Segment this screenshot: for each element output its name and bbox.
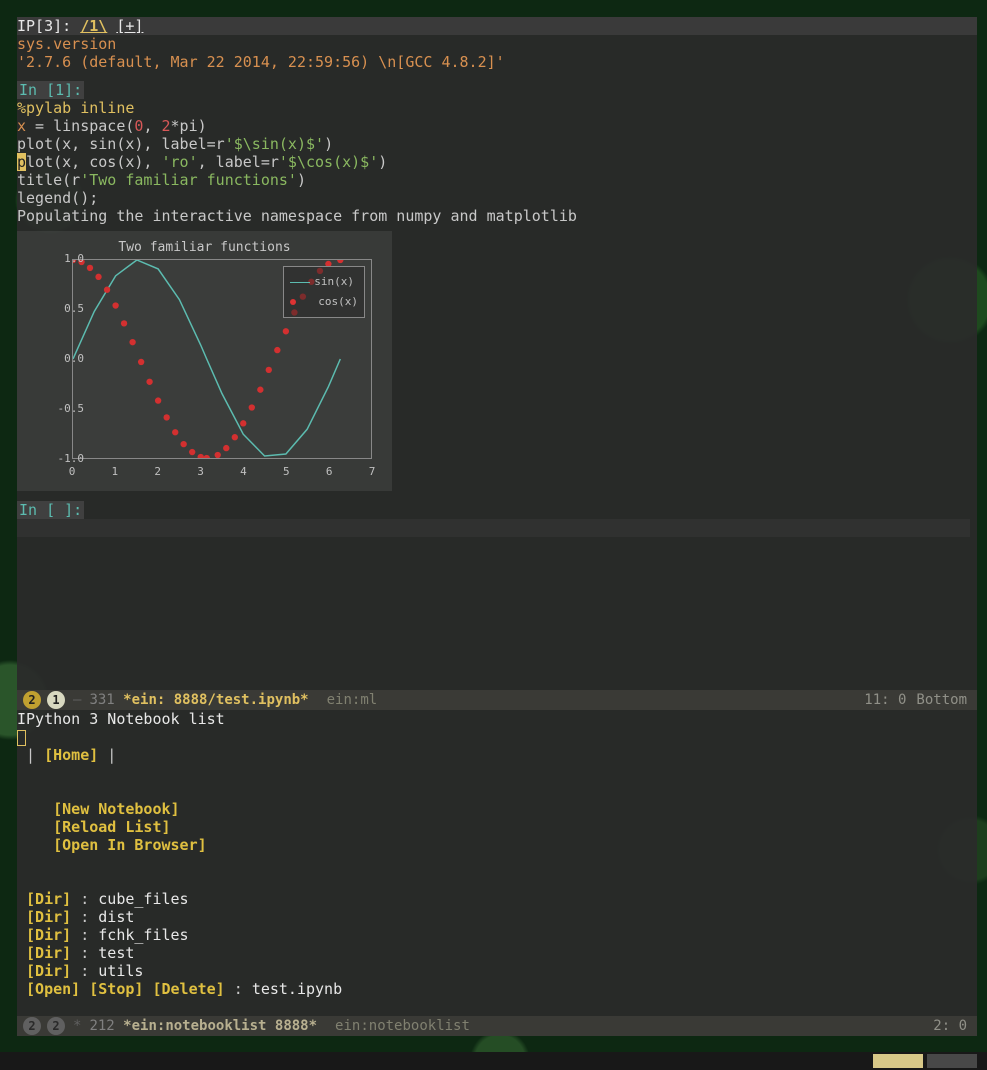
window-badge: 1	[47, 691, 65, 709]
notebook-pane: IP[3]: /1\ [+] sys.version '2.7.6 (defau…	[17, 17, 977, 690]
dir-link[interactable]: [Dir]	[26, 926, 71, 944]
home-link[interactable]: [Home]	[44, 746, 98, 764]
dir-name[interactable]: utils	[98, 962, 143, 980]
cursor-pos: 2: 0	[933, 1017, 967, 1035]
notebook-filename[interactable]: test.ipynb	[252, 980, 342, 998]
output-chart: Two familiar functions sin(x) cos(x) -1.…	[17, 231, 392, 491]
buffer-name: *ein:notebooklist 8888*	[123, 1017, 317, 1035]
cursor: p	[17, 153, 26, 171]
dir-link[interactable]: [Dir]	[26, 908, 71, 926]
dir-row: [Dir] : fchk_files	[17, 926, 977, 944]
dir-name[interactable]: cube_files	[98, 890, 188, 908]
dir-row: [Dir] : test	[17, 944, 977, 962]
dir-name[interactable]: dist	[98, 908, 134, 926]
new-notebook-button[interactable]: [New Notebook]	[53, 800, 179, 818]
cell-prompt-empty[interactable]: In [ ]:	[17, 501, 84, 519]
cell-prompt: In [1]:	[17, 81, 84, 99]
window-badge: 2	[23, 1017, 41, 1035]
code-line[interactable]: title(r'Two familiar functions')	[17, 171, 977, 189]
breadcrumb: | [Home] |	[17, 746, 977, 764]
dir-row: [Dir] : utils	[17, 962, 977, 980]
buffer-name: *ein: 8888/test.ipynb*	[123, 691, 308, 709]
output-line: sys.version	[17, 35, 977, 53]
dir-name[interactable]: fchk_files	[98, 926, 188, 944]
stop-button[interactable]: [Stop]	[89, 980, 143, 998]
code-line[interactable]: legend();	[17, 189, 977, 207]
dir-name[interactable]: test	[98, 944, 134, 962]
dir-link[interactable]: [Dir]	[26, 890, 71, 908]
open-in-browser-button[interactable]: [Open In Browser]	[53, 836, 207, 854]
cursor-pos: 11: 0	[864, 691, 906, 709]
plot-area: sin(x) cos(x)	[72, 259, 372, 459]
taskbar-item[interactable]	[927, 1054, 977, 1068]
dir-row: [Dir] : cube_files	[17, 890, 977, 908]
reload-list-button[interactable]: [Reload List]	[53, 818, 170, 836]
window-badge: 2	[47, 1017, 65, 1035]
scroll-pos: Bottom	[916, 691, 967, 709]
dir-link[interactable]: [Dir]	[26, 962, 71, 980]
notebooklist-title: IPython 3 Notebook list	[17, 710, 977, 728]
notebooklist-pane: IPython 3 Notebook list | [Home] | [New …	[17, 710, 977, 1025]
delete-button[interactable]: [Delete]	[152, 980, 224, 998]
notebook-row: [Open] [Stop] [Delete] : test.ipynb	[17, 980, 977, 998]
major-mode: ein:notebooklist	[335, 1017, 470, 1035]
code-line[interactable]: plot(x, sin(x), label=r'$\sin(x)$')	[17, 135, 977, 153]
chart-legend: sin(x) cos(x)	[283, 266, 365, 318]
output-line: '2.7.6 (default, Mar 22 2014, 22:59:56) …	[17, 53, 977, 71]
modeline-top: 2 1 — 331 *ein: 8888/test.ipynb* ein:ml …	[17, 690, 977, 710]
output-line: Populating the interactive namespace fro…	[17, 207, 977, 225]
code-line[interactable]: %pylab inline	[17, 99, 977, 117]
dir-row: [Dir] : dist	[17, 908, 977, 926]
code-line[interactable]: x = linspace(0, 2*pi)	[17, 117, 977, 135]
worksheet-indicator: IP[3]:	[17, 17, 71, 35]
taskbar	[0, 1052, 987, 1070]
modeline-bottom: 2 2 * 212 *ein:notebooklist 8888* ein:no…	[17, 1016, 977, 1036]
code-line[interactable]: plot(x, cos(x), 'ro', label=r'$\cos(x)$'…	[17, 153, 977, 171]
add-worksheet[interactable]: [+]	[116, 17, 143, 35]
dir-link[interactable]: [Dir]	[26, 944, 71, 962]
notebook-header: IP[3]: /1\ [+]	[17, 17, 977, 35]
open-button[interactable]: [Open]	[26, 980, 80, 998]
empty-cell[interactable]	[17, 519, 970, 537]
cursor	[17, 730, 26, 746]
worksheet-tab[interactable]: /1\	[80, 17, 107, 35]
major-mode: ein:ml	[327, 691, 378, 709]
window-badge: 2	[23, 691, 41, 709]
taskbar-item[interactable]	[873, 1054, 923, 1068]
